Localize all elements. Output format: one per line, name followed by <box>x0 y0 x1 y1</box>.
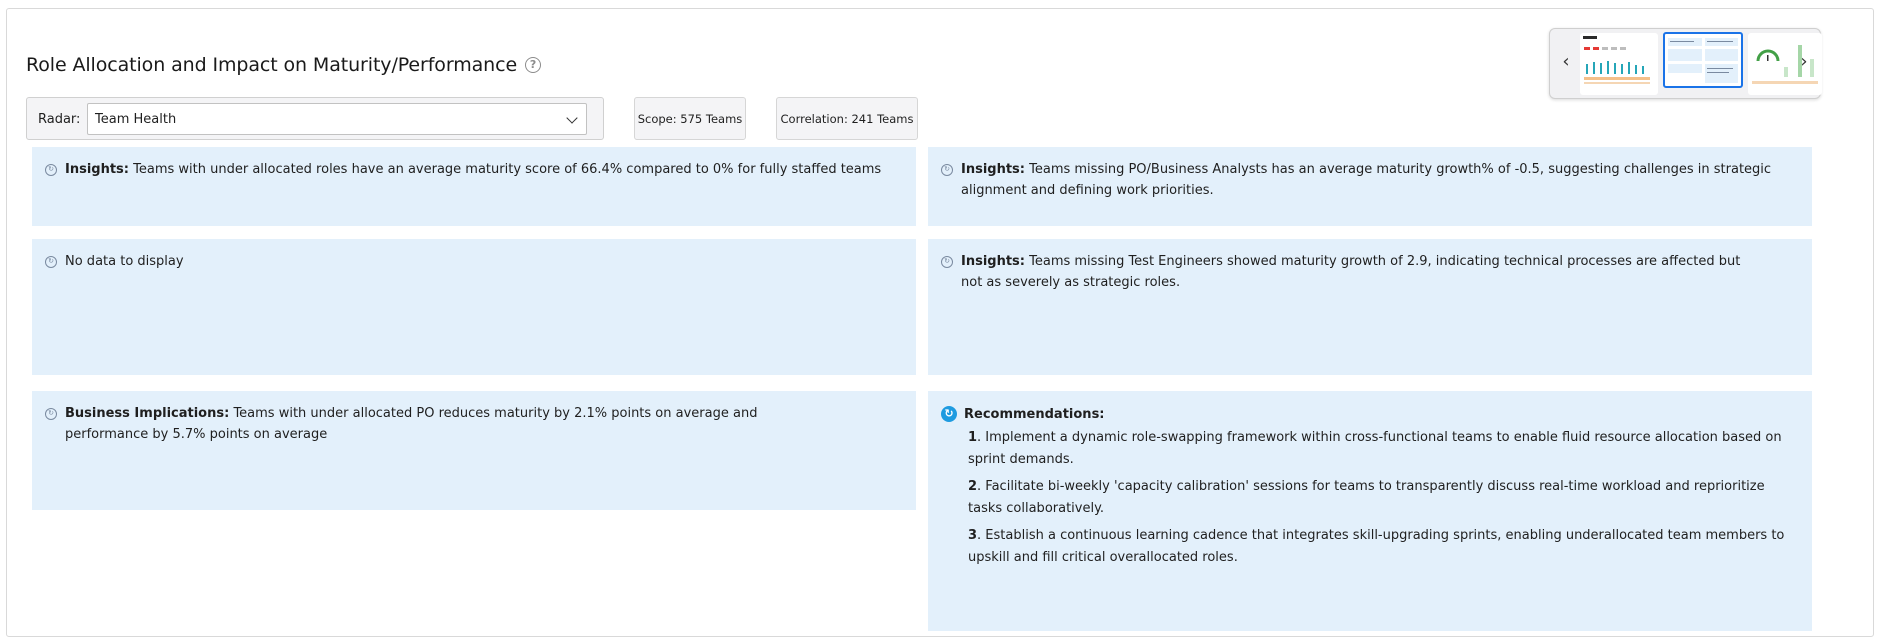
chevron-down-icon <box>566 112 578 124</box>
insight-text: Insights: Teams missing PO/Business Anal… <box>961 159 1800 201</box>
help-icon[interactable]: ? <box>525 57 542 73</box>
insight-card-under-allocated: ↻ Insights: Teams with under allocated r… <box>32 147 916 226</box>
recommendations-title: Recommendations: <box>964 407 1105 422</box>
correlation-badge: Correlation: 241 Teams <box>776 97 918 140</box>
insight-icon: ↻ <box>941 164 953 176</box>
insight-label: Insights: <box>65 162 129 177</box>
page-title: Role Allocation and Impact on Maturity/P… <box>26 54 518 76</box>
list-item-text: . Implement a dynamic role-swapping fram… <box>968 430 1782 467</box>
scope-badge: Scope: 575 Teams <box>634 97 746 140</box>
list-item-number: 3 <box>968 528 978 543</box>
insight-body: Teams missing Test Engineers showed matu… <box>961 254 1741 290</box>
list-item-text: . Establish a continuous learning cadenc… <box>968 528 1785 565</box>
radar-label: Radar: <box>38 112 81 127</box>
business-implications-card: ↻ Business Implications: Teams with unde… <box>32 391 916 510</box>
insight-card-missing-test-engineers: ↻ Insights: Teams missing Test Engineers… <box>928 239 1812 375</box>
insight-label: Insights: <box>961 162 1025 177</box>
radar-select-value: Team Health <box>95 112 177 127</box>
insight-icon: ↻ <box>941 256 953 268</box>
empty-card: ↻ No data to display <box>32 239 916 375</box>
list-item: 1. Implement a dynamic role-swapping fra… <box>968 427 1802 471</box>
radar-filter: Radar: Team Health <box>26 97 604 140</box>
recommendations-list: 1. Implement a dynamic role-swapping fra… <box>968 427 1802 574</box>
insight-body: Teams with under allocated roles have an… <box>129 162 882 177</box>
thumbnail-carousel: ‹ › <box>1549 28 1822 99</box>
insight-label: Insights: <box>961 254 1025 269</box>
no-data-text: No data to display <box>65 254 184 269</box>
list-item-number: 2 <box>968 479 978 494</box>
carousel-thumbnail-1[interactable] <box>1580 33 1658 95</box>
insight-text: Insights: Teams with under allocated rol… <box>65 159 904 180</box>
recommendation-icon: ↻ <box>941 406 957 422</box>
recommendations-card: ↻ Recommendations: 1. Implement a dynami… <box>928 391 1812 631</box>
business-label: Business Implications: <box>65 406 230 421</box>
title-row: Role Allocation and Impact on Maturity/P… <box>26 54 542 76</box>
thumbnail-preview-text <box>1668 38 1738 83</box>
insight-icon: ↻ <box>45 408 57 420</box>
radar-select[interactable]: Team Health <box>87 103 587 135</box>
list-item-number: 1 <box>968 430 978 445</box>
list-item-text: . Facilitate bi-weekly 'capacity calibra… <box>968 479 1765 516</box>
insight-text: Insights: Teams missing Test Engineers s… <box>961 251 1742 293</box>
business-text: Business Implications: Teams with under … <box>65 403 836 445</box>
insight-icon: ↻ <box>45 164 57 176</box>
carousel-thumbnail-2-selected[interactable] <box>1663 32 1743 88</box>
list-item: 2. Facilitate bi-weekly 'capacity calibr… <box>968 476 1802 520</box>
thumbnail-preview-bars <box>1583 36 1650 84</box>
insight-icon: ↻ <box>45 256 57 268</box>
chevron-right-icon[interactable]: › <box>1796 52 1812 74</box>
insight-card-missing-po: ↻ Insights: Teams missing PO/Business An… <box>928 147 1812 226</box>
chevron-left-icon[interactable]: ‹ <box>1558 52 1574 74</box>
insight-body: Teams missing PO/Business Analysts has a… <box>961 162 1772 198</box>
list-item: 3. Establish a continuous learning caden… <box>968 525 1802 569</box>
